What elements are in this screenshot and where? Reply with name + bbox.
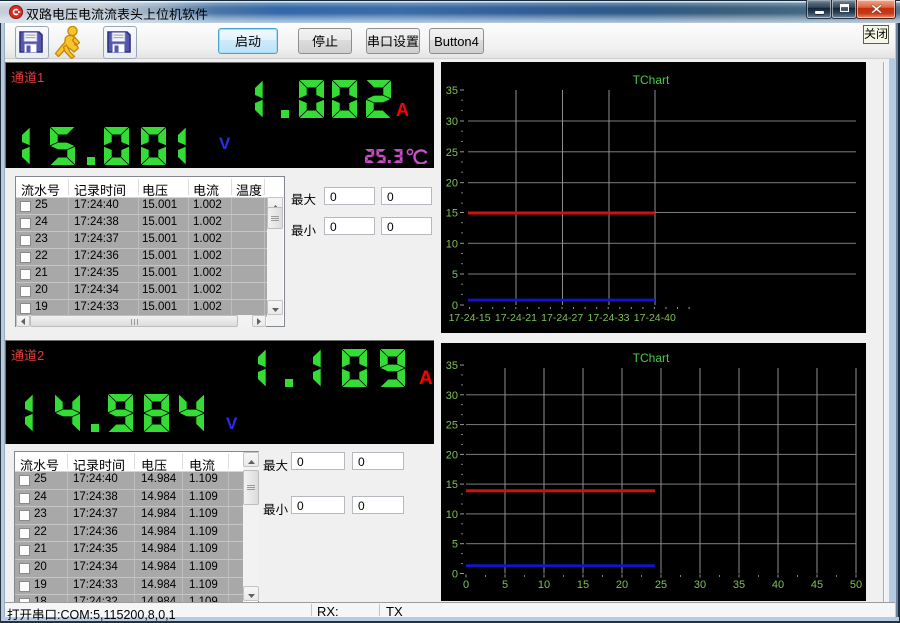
svg-text:25: 25 xyxy=(655,579,667,591)
svg-text:5: 5 xyxy=(452,539,458,551)
svg-text:30: 30 xyxy=(446,116,458,128)
svg-text:35: 35 xyxy=(446,85,458,97)
svg-text:5: 5 xyxy=(452,269,458,281)
svg-text:20: 20 xyxy=(616,579,628,591)
svg-text:10: 10 xyxy=(446,238,458,250)
svg-text:17-24-40: 17-24-40 xyxy=(634,312,676,324)
svg-text:10: 10 xyxy=(538,579,550,591)
svg-text:50: 50 xyxy=(850,579,862,591)
svg-text:10: 10 xyxy=(446,509,458,521)
svg-text:15: 15 xyxy=(446,208,458,220)
svg-text:15: 15 xyxy=(446,479,458,491)
svg-text:0: 0 xyxy=(452,569,458,581)
svg-text:0: 0 xyxy=(452,300,458,312)
svg-text:30: 30 xyxy=(694,579,706,591)
svg-text:17-24-33: 17-24-33 xyxy=(587,312,629,324)
svg-text:45: 45 xyxy=(811,579,823,591)
svg-text:40: 40 xyxy=(772,579,784,591)
svg-text:TChart: TChart xyxy=(633,73,670,87)
svg-text:17-24-15: 17-24-15 xyxy=(449,312,491,324)
svg-text:25: 25 xyxy=(446,420,458,432)
svg-text:20: 20 xyxy=(446,449,458,461)
svg-text:15: 15 xyxy=(577,579,589,591)
svg-text:20: 20 xyxy=(446,178,458,190)
svg-text:17-24-21: 17-24-21 xyxy=(495,312,537,324)
svg-text:5: 5 xyxy=(502,579,508,591)
svg-text:30: 30 xyxy=(446,390,458,402)
svg-text:17-24-27: 17-24-27 xyxy=(541,312,583,324)
svg-text:35: 35 xyxy=(733,579,745,591)
svg-text:TChart: TChart xyxy=(633,351,670,365)
svg-text:0: 0 xyxy=(463,579,469,591)
svg-text:25: 25 xyxy=(446,147,458,159)
svg-text:35: 35 xyxy=(446,360,458,372)
